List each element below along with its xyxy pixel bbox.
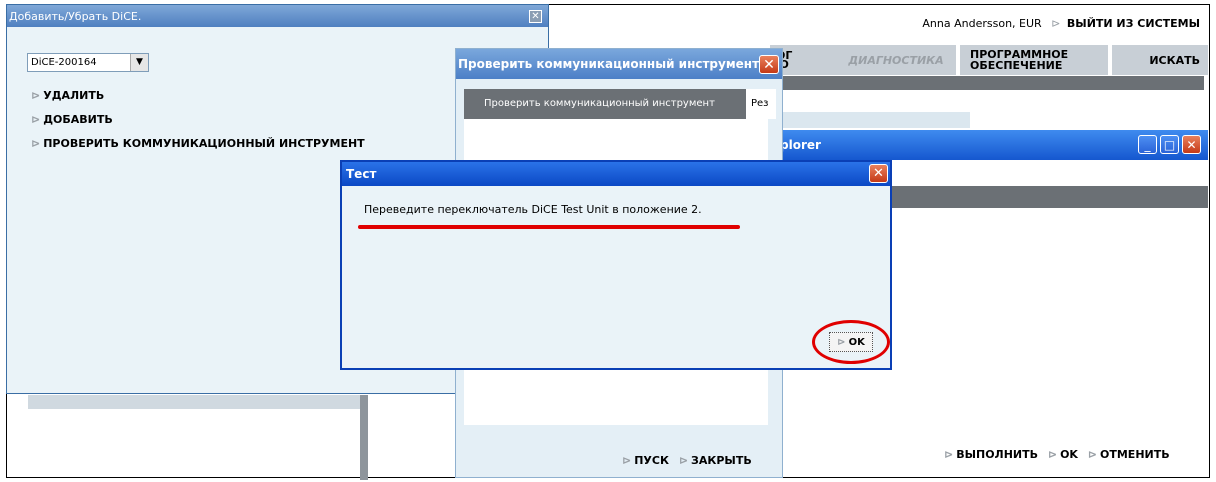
- arrow-icon: ⊳: [1051, 17, 1061, 30]
- check-tool-tabs: Проверить коммуникационный инструмент Ре…: [464, 89, 776, 119]
- close-icon[interactable]: ✕: [529, 10, 542, 23]
- check-tool-title: Проверить коммуникационный инструмент: [458, 57, 760, 71]
- menu-item-delete[interactable]: ⊳ УДАЛИТЬ: [31, 89, 104, 102]
- test-dialog-title: Тест: [346, 167, 377, 181]
- tab-diagnostics[interactable]: ДИАГНОСТИКА: [836, 45, 956, 75]
- arrow-icon: ⊳: [1087, 448, 1097, 461]
- tab-search[interactable]: ИСКАТЬ: [1112, 45, 1208, 75]
- red-underline-annotation: [358, 225, 740, 229]
- check-tool-titlebar[interactable]: Проверить коммуникационный инструмент: [456, 49, 782, 79]
- close-icon[interactable]: ✕: [759, 55, 779, 74]
- tab-software[interactable]: ПРОГРАММНОЕ ОБЕСПЕЧЕНИЕ: [960, 45, 1108, 75]
- ok-link[interactable]: OK: [1060, 448, 1078, 461]
- tab-check-tool[interactable]: Проверить коммуникационный инструмент: [484, 98, 715, 109]
- arrow-icon: ⊳: [1047, 448, 1058, 461]
- device-select[interactable]: DiCE-200164 ▼: [27, 53, 149, 72]
- start-button[interactable]: ПУСК: [634, 454, 669, 467]
- arrow-icon: ⊳: [622, 454, 632, 467]
- dialog-message: Переведите переключатель DiCE Test Unit …: [364, 203, 702, 216]
- explorer-actions: ⊳ ВЫПОЛНИТЬ ⊳ OK ⊳ ОТМЕНИТЬ: [938, 448, 1170, 461]
- user-bar: Anna Andersson, EUR ⊳ ВЫЙТИ ИЗ СИСТЕМЫ: [922, 17, 1200, 30]
- close-icon[interactable]: ✕: [869, 164, 888, 183]
- explorer-title: plorer: [780, 138, 821, 152]
- menu-item-add[interactable]: ⊳ ДОБАВИТЬ: [31, 113, 113, 126]
- chevron-down-icon[interactable]: ▼: [130, 54, 148, 71]
- test-dialog: Тест ✕ Переведите переключатель DiCE Tes…: [340, 160, 892, 370]
- close-icon[interactable]: ✕: [1182, 135, 1201, 154]
- arrow-icon: ⊳: [837, 336, 846, 348]
- arrow-icon: ⊳: [31, 89, 41, 102]
- arrow-icon: ⊳: [944, 448, 954, 461]
- menu-item-check-tool[interactable]: ⊳ ПРОВЕРИТЬ КОММУНИКАЦИОННЫЙ ИНСТРУМЕНТ: [31, 137, 365, 150]
- arrow-icon: ⊳: [31, 113, 41, 126]
- maximize-icon[interactable]: □: [1160, 135, 1179, 154]
- background-panel-strip: [28, 395, 368, 409]
- add-remove-titlebar[interactable]: Добавить/Убрать DiCE.: [7, 5, 548, 27]
- add-remove-title: Добавить/Убрать DiCE.: [9, 9, 142, 23]
- arrow-icon: ⊳: [31, 137, 41, 150]
- logout-link[interactable]: ВЫЙТИ ИЗ СИСТЕМЫ: [1067, 17, 1200, 30]
- minimize-icon[interactable]: _: [1138, 135, 1157, 154]
- user-name: Anna Andersson, EUR: [922, 17, 1042, 30]
- ok-button[interactable]: ⊳ OK: [829, 332, 873, 352]
- subtab-strip: [770, 112, 970, 128]
- arrow-icon: ⊳: [678, 454, 689, 467]
- background-panel-edge: [360, 395, 368, 480]
- close-button[interactable]: ЗАКРЫТЬ: [691, 454, 752, 467]
- tab-results[interactable]: Рез: [746, 89, 776, 119]
- check-tool-actions: ⊳ ПУСК ⊳ ЗАКРЫТЬ: [616, 454, 752, 467]
- test-dialog-titlebar[interactable]: Тест: [342, 162, 890, 186]
- header-divider-bar: [770, 76, 1204, 90]
- cancel-button[interactable]: ОТМЕНИТЬ: [1100, 448, 1170, 461]
- run-button[interactable]: ВЫПОЛНИТЬ: [956, 448, 1038, 461]
